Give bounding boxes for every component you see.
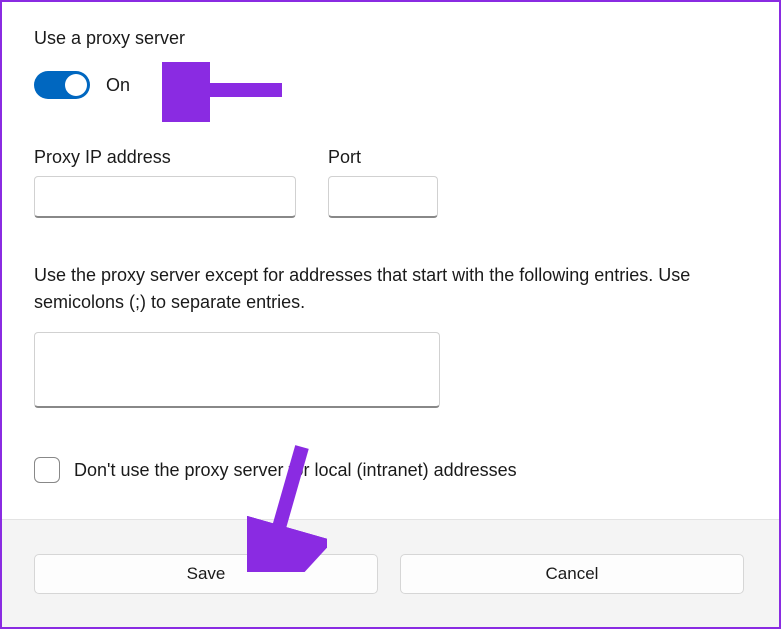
port-label: Port bbox=[328, 147, 438, 168]
exceptions-input[interactable] bbox=[34, 332, 440, 408]
ip-label: Proxy IP address bbox=[34, 147, 296, 168]
section-title: Use a proxy server bbox=[34, 28, 747, 49]
toggle-knob bbox=[65, 74, 87, 96]
address-port-row: Proxy IP address Port bbox=[34, 147, 747, 218]
ip-group: Proxy IP address bbox=[34, 147, 296, 218]
port-group: Port bbox=[328, 147, 438, 218]
dialog-footer: Save Cancel bbox=[2, 519, 779, 627]
local-bypass-checkbox[interactable] bbox=[34, 457, 60, 483]
local-bypass-row: Don't use the proxy server for local (in… bbox=[34, 457, 747, 483]
save-button[interactable]: Save bbox=[34, 554, 378, 594]
toggle-state-label: On bbox=[106, 75, 130, 96]
exceptions-description: Use the proxy server except for addresse… bbox=[34, 262, 747, 316]
proxy-toggle[interactable] bbox=[34, 71, 90, 99]
proxy-settings-panel: Use a proxy server On Proxy IP address P… bbox=[2, 2, 779, 503]
cancel-button[interactable]: Cancel bbox=[400, 554, 744, 594]
local-bypass-label: Don't use the proxy server for local (in… bbox=[74, 460, 517, 481]
proxy-port-input[interactable] bbox=[328, 176, 438, 218]
toggle-row: On bbox=[34, 71, 747, 99]
proxy-ip-input[interactable] bbox=[34, 176, 296, 218]
